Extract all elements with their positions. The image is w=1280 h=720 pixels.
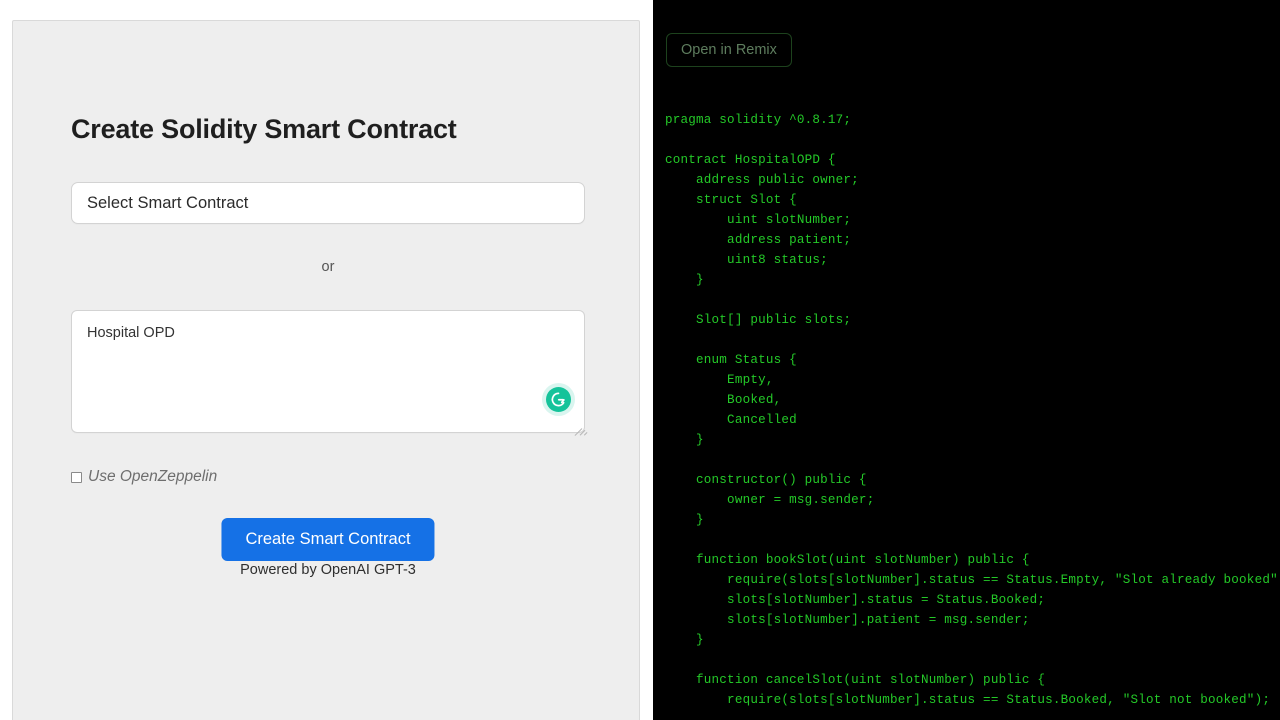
or-divider-label: or (321, 259, 335, 275)
textarea-resize-handle[interactable] (571, 419, 587, 436)
contract-description-textarea[interactable]: Hospital OPD (71, 310, 585, 433)
use-openzeppelin-label[interactable]: Use OpenZeppelin (88, 468, 217, 486)
create-smart-contract-button[interactable]: Create Smart Contract (221, 518, 435, 561)
powered-by-label: Powered by OpenAI GPT-3 (240, 562, 416, 578)
use-openzeppelin-checkbox[interactable] (71, 471, 82, 483)
grammarly-icon[interactable] (546, 387, 571, 412)
select-smart-contract-input[interactable] (71, 182, 585, 224)
page-title: Create Solidity Smart Contract (71, 114, 457, 144)
app-root: Create Solidity Smart Contract or Hospit… (0, 0, 1280, 720)
use-openzeppelin-row[interactable]: Use OpenZeppelin (71, 468, 217, 486)
open-in-remix-button[interactable]: Open in Remix (666, 33, 792, 67)
prompt-field-wrapper: Hospital OPD (71, 310, 587, 436)
contract-form-panel: Create Solidity Smart Contract or Hospit… (12, 20, 640, 720)
solidity-code-block[interactable]: pragma solidity ^0.8.17; contract Hospit… (665, 110, 1280, 710)
generated-code-panel: Open in Remix pragma solidity ^0.8.17; c… (653, 0, 1280, 720)
